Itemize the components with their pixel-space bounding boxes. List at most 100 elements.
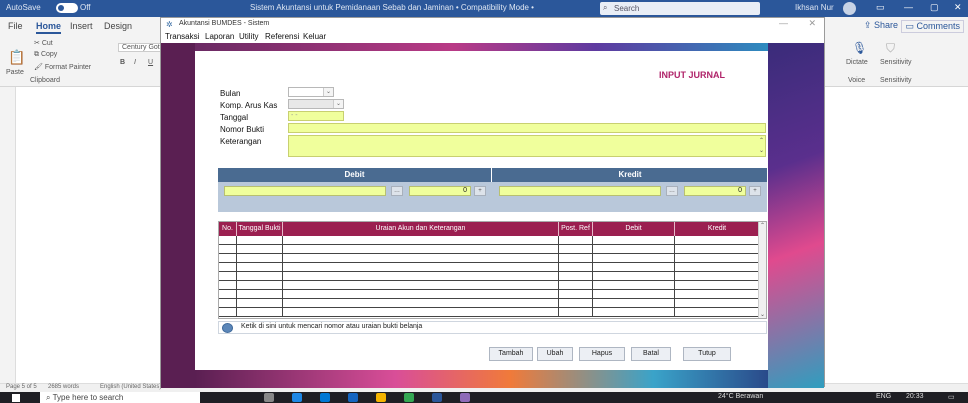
table-row[interactable] bbox=[219, 263, 759, 272]
bold-icon[interactable]: B bbox=[120, 59, 125, 66]
batal-button[interactable]: Batal bbox=[631, 347, 671, 361]
table-row[interactable] bbox=[219, 245, 759, 254]
debit-amount-input[interactable]: 0 bbox=[409, 186, 471, 196]
table-cell[interactable] bbox=[559, 281, 593, 290]
app-close-icon[interactable]: ✕ bbox=[808, 18, 816, 29]
sensitivity-button[interactable]: Sensitivity bbox=[880, 59, 912, 66]
bumdes-app-icon[interactable] bbox=[460, 393, 470, 402]
table-cell[interactable] bbox=[219, 263, 237, 272]
table-cell[interactable] bbox=[675, 299, 759, 308]
tutup-button[interactable]: Tutup bbox=[683, 347, 731, 361]
table-cell[interactable] bbox=[593, 299, 675, 308]
table-cell[interactable] bbox=[559, 299, 593, 308]
microphone-icon[interactable]: 🎙 bbox=[852, 41, 867, 55]
scroll-up-icon[interactable]: ⌃ bbox=[760, 222, 765, 229]
table-cell[interactable] bbox=[675, 254, 759, 263]
menu-keluar[interactable]: Keluar bbox=[303, 32, 326, 41]
table-cell[interactable] bbox=[593, 272, 675, 281]
menu-transaksi[interactable]: Transaksi bbox=[165, 32, 199, 41]
table-cell[interactable] bbox=[237, 236, 283, 245]
task-view-icon[interactable] bbox=[264, 393, 274, 402]
share-button[interactable]: ⇪ Share bbox=[864, 20, 898, 31]
table-cell[interactable] bbox=[283, 281, 559, 290]
file-explorer-icon[interactable] bbox=[376, 393, 386, 402]
ribbon-display-icon[interactable]: ▭ bbox=[876, 2, 885, 13]
table-cell[interactable] bbox=[237, 308, 283, 317]
table-cell[interactable] bbox=[219, 254, 237, 263]
table-cell[interactable] bbox=[593, 263, 675, 272]
table-cell[interactable] bbox=[283, 245, 559, 254]
paste-label[interactable]: Paste bbox=[6, 69, 24, 76]
journal-table[interactable]: No. Tanggal Bukti Uraian Akun dan Ketera… bbox=[218, 221, 767, 319]
table-cell[interactable] bbox=[675, 281, 759, 290]
table-cell[interactable] bbox=[593, 254, 675, 263]
debit-add-button[interactable]: + bbox=[474, 186, 486, 196]
debit-account-input[interactable] bbox=[224, 186, 386, 196]
word-search-box[interactable]: ⌕ Search bbox=[600, 2, 760, 15]
comments-button[interactable]: ▭ Comments bbox=[901, 20, 964, 33]
table-cell[interactable] bbox=[559, 254, 593, 263]
hapus-button[interactable]: Hapus bbox=[579, 347, 625, 361]
italic-icon[interactable]: I bbox=[134, 59, 136, 66]
table-cell[interactable] bbox=[559, 245, 593, 254]
menu-referensi[interactable]: Referensi bbox=[265, 32, 299, 41]
cut-button[interactable]: ✂ Cut bbox=[34, 39, 53, 47]
table-cell[interactable] bbox=[593, 236, 675, 245]
tab-file[interactable]: File bbox=[8, 21, 23, 31]
table-row[interactable] bbox=[219, 254, 759, 263]
dictate-button[interactable]: Dictate bbox=[846, 59, 868, 66]
nomor-bukti-input[interactable] bbox=[288, 123, 766, 133]
table-row[interactable] bbox=[219, 308, 759, 317]
table-cell[interactable] bbox=[675, 263, 759, 272]
table-cell[interactable] bbox=[283, 308, 559, 317]
edge-icon[interactable] bbox=[292, 393, 302, 402]
table-cell[interactable] bbox=[593, 281, 675, 290]
table-cell[interactable] bbox=[675, 308, 759, 317]
table-cell[interactable] bbox=[219, 236, 237, 245]
notification-icon[interactable]: ▭ bbox=[948, 393, 955, 401]
table-cell[interactable] bbox=[593, 308, 675, 317]
table-cell[interactable] bbox=[675, 290, 759, 299]
table-cell[interactable] bbox=[593, 290, 675, 299]
mail-icon[interactable] bbox=[348, 393, 358, 402]
search-icon[interactable] bbox=[222, 323, 233, 333]
ubah-button[interactable]: Ubah bbox=[537, 347, 573, 361]
word-icon[interactable] bbox=[432, 393, 442, 402]
kredit-add-button[interactable]: + bbox=[749, 186, 761, 196]
table-cell[interactable] bbox=[675, 245, 759, 254]
scroll-down-icon[interactable]: ⌄ bbox=[760, 311, 765, 318]
table-cell[interactable] bbox=[219, 272, 237, 281]
sensitivity-icon[interactable]: ⛉ bbox=[886, 41, 895, 56]
table-cell[interactable] bbox=[237, 290, 283, 299]
search-bar[interactable]: Ketik di sini untuk mencari nomor atau u… bbox=[218, 321, 767, 334]
kredit-amount-input[interactable]: 0 bbox=[684, 186, 746, 196]
windows-start-icon[interactable] bbox=[12, 394, 20, 402]
tab-insert[interactable]: Insert bbox=[70, 21, 93, 31]
autosave-toggle[interactable] bbox=[56, 3, 78, 13]
table-cell[interactable] bbox=[559, 308, 593, 317]
table-row[interactable] bbox=[219, 281, 759, 290]
table-cell[interactable] bbox=[559, 236, 593, 245]
paste-icon[interactable]: 📋 bbox=[8, 49, 25, 66]
format-painter-button[interactable]: 🖌 Format Painter bbox=[34, 63, 91, 71]
table-cell[interactable] bbox=[283, 254, 559, 263]
tab-home[interactable]: Home bbox=[36, 21, 62, 34]
underline-icon[interactable]: U bbox=[148, 59, 153, 66]
table-row[interactable] bbox=[219, 299, 759, 308]
table-row[interactable] bbox=[219, 236, 759, 245]
search-input[interactable]: Ketik di sini untuk mencari nomor atau u… bbox=[241, 323, 422, 330]
table-cell[interactable] bbox=[559, 272, 593, 281]
table-cell[interactable] bbox=[237, 272, 283, 281]
table-cell[interactable] bbox=[675, 236, 759, 245]
minimize-icon[interactable]: — bbox=[904, 2, 913, 12]
language-status[interactable]: English (United States) bbox=[100, 384, 161, 390]
table-cell[interactable] bbox=[219, 245, 237, 254]
table-cell[interactable] bbox=[559, 263, 593, 272]
kredit-lookup-button[interactable]: … bbox=[666, 186, 678, 196]
copy-button[interactable]: ⧉ Copy bbox=[34, 51, 57, 59]
table-cell[interactable] bbox=[283, 290, 559, 299]
table-cell[interactable] bbox=[219, 308, 237, 317]
table-cell[interactable] bbox=[283, 272, 559, 281]
close-icon[interactable]: ✕ bbox=[954, 2, 962, 13]
scroll-arrows-icon[interactable]: ⌃ ⌄ bbox=[759, 136, 764, 156]
